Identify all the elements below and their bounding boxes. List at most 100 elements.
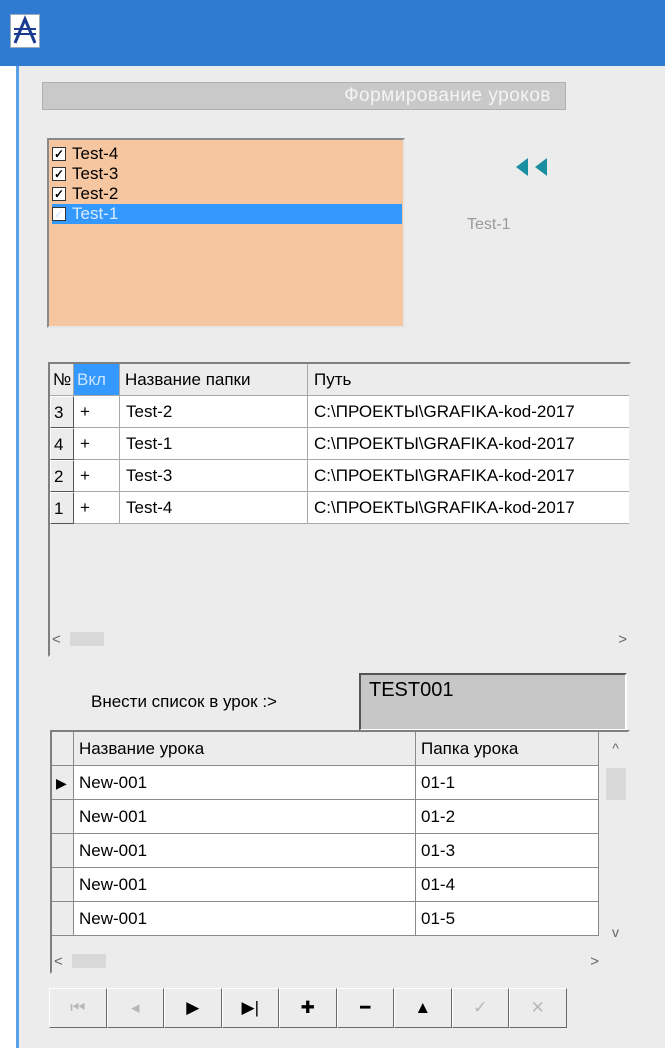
column-header-lesson-folder[interactable]: Папка урока [416,732,599,766]
checklist-item-label: Test-2 [72,184,119,203]
row-indicator [52,902,74,936]
row-lesson-name[interactable]: New-001 [74,902,416,936]
row-indicator [52,834,74,868]
table-row[interactable]: New-001 01-2 [52,800,599,834]
scroll-left-icon[interactable]: < [54,953,63,970]
row-indicator [52,868,74,902]
row-folder-name[interactable]: Test-1 [120,428,308,460]
checkmark-icon: ✓ [473,998,488,1017]
delete-record-button[interactable]: ━ [336,988,394,1028]
row-path[interactable]: C:\ПРОЕКТЫ\GRAFIKA-kod-2017 [308,460,629,492]
column-header-path[interactable]: Путь [308,364,629,396]
folders-grid[interactable]: № Вкл Название папки Путь 3 + Test-2 C:\… [48,362,631,657]
db-navigator: ⏮ ◂ ▶ ▶| ✚ ━ ▲ ✓ ✕ [49,988,624,1028]
prior-record-button[interactable]: ◂ [106,988,164,1028]
edit-record-button[interactable]: ▲ [394,988,452,1028]
checkbox-icon[interactable]: ✓ [52,207,66,221]
first-record-button[interactable]: ⏮ [49,988,107,1028]
column-header-on[interactable]: Вкл [74,364,120,396]
insert-record-button[interactable]: ✚ [279,988,337,1028]
vertical-scrollbar[interactable]: ^ v [603,732,628,942]
row-folder-name[interactable]: Test-4 [120,492,308,524]
title-bar[interactable] [0,0,665,66]
row-lesson-folder[interactable]: 01-3 [416,834,599,868]
app-logo-icon[interactable] [10,14,40,48]
last-record-button[interactable]: ▶| [221,988,279,1028]
row-enabled[interactable]: + [74,492,120,524]
table-row[interactable]: 4 + Test-1 C:\ПРОЕКТЫ\GRAFIKA-kod-2017 [50,428,629,460]
checkbox-icon[interactable]: ✓ [52,187,66,201]
arrow-left-icon [535,158,547,176]
table-row[interactable]: 3 + Test-2 C:\ПРОЕКТЫ\GRAFIKA-kod-2017 [50,396,629,428]
row-indicator [52,800,74,834]
checklist-item[interactable]: ✓ Test-3 [52,164,400,184]
horizontal-scrollbar[interactable]: < > [52,630,627,648]
row-number: 1 [50,492,74,524]
row-lesson-folder[interactable]: 01-5 [416,902,599,936]
row-path[interactable]: C:\ПРОЕКТЫ\GRAFIKA-kod-2017 [308,396,629,428]
row-lesson-name[interactable]: New-001 [74,766,416,800]
checklist-item-label: Test-4 [72,144,119,163]
row-lesson-name[interactable]: New-001 [74,834,416,868]
cancel-icon: ✕ [530,998,545,1017]
scroll-up-icon[interactable]: ^ [612,740,619,756]
first-record-icon: ⏮ [70,998,86,1017]
column-header-folder-name[interactable]: Название папки [120,364,308,396]
next-record-button[interactable]: ▶ [164,988,222,1028]
folder-checklist[interactable]: ✓ Test-4 ✓ Test-3 ✓ Test-2 ✓ Test-1 [47,138,405,328]
table-row[interactable]: 1 + Test-4 C:\ПРОЕКТЫ\GRAFIKA-kod-2017 [50,492,629,524]
row-enabled[interactable]: + [74,428,120,460]
scroll-thumb[interactable] [72,954,106,968]
scroll-right-icon[interactable]: > [618,631,627,648]
row-lesson-folder[interactable]: 01-1 [416,766,599,800]
checklist-item-selected[interactable]: ✓ Test-1 [52,204,402,224]
table-row[interactable]: ▶ New-001 01-1 [52,766,599,800]
prior-record-icon: ◂ [130,998,140,1017]
row-number: 2 [50,460,74,492]
checkbox-icon[interactable]: ✓ [52,167,66,181]
row-indicator-header [52,732,74,766]
horizontal-scrollbar[interactable]: < > [54,952,599,970]
row-lesson-folder[interactable]: 01-4 [416,868,599,902]
row-folder-name[interactable]: Test-2 [120,396,308,428]
lessons-grid-header: Название урока Папка урока [52,732,599,766]
checklist-item[interactable]: ✓ Test-4 [52,144,400,164]
row-lesson-folder[interactable]: 01-2 [416,800,599,834]
scroll-left-icon[interactable]: < [52,631,61,648]
table-row[interactable]: New-001 01-3 [52,834,599,868]
row-path[interactable]: C:\ПРОЕКТЫ\GRAFIKA-kod-2017 [308,428,629,460]
scroll-right-icon[interactable]: > [590,953,599,970]
row-number: 3 [50,396,74,428]
scroll-down-icon[interactable]: v [612,924,619,940]
column-header-lesson-name[interactable]: Название урока [74,732,416,766]
triangle-up-icon: ▲ [414,998,432,1017]
checkbox-icon[interactable]: ✓ [52,147,66,161]
plus-icon: ✚ [300,998,315,1017]
checklist-item-label: Test-3 [72,164,119,183]
column-header-num[interactable]: № [50,364,74,396]
post-record-button[interactable]: ✓ [451,988,509,1028]
current-folder-label: Test-1 [467,216,511,233]
scroll-thumb[interactable] [70,632,104,646]
row-path[interactable]: C:\ПРОЕКТЫ\GRAFIKA-kod-2017 [308,492,629,524]
table-row[interactable]: 2 + Test-3 C:\ПРОЕКТЫ\GRAFIKA-kod-2017 [50,460,629,492]
last-record-icon: ▶| [241,998,260,1017]
current-row-indicator-icon: ▶ [52,766,74,800]
row-lesson-name[interactable]: New-001 [74,800,416,834]
lessons-grid[interactable]: Название урока Папка урока ▶ New-001 01-… [50,730,630,974]
row-number: 4 [50,428,74,460]
checklist-item[interactable]: ✓ Test-2 [52,184,400,204]
insert-list-label: Внести список в урок :> [91,692,277,711]
folders-grid-header: № Вкл Название папки Путь [50,364,629,396]
row-enabled[interactable]: + [74,460,120,492]
arrow-left-icon [516,158,528,176]
row-lesson-name[interactable]: New-001 [74,868,416,902]
scroll-thumb[interactable] [605,768,626,800]
row-enabled[interactable]: + [74,396,120,428]
cancel-record-button[interactable]: ✕ [509,988,567,1028]
form-header: Формирование уроков [42,82,566,110]
row-folder-name[interactable]: Test-3 [120,460,308,492]
lesson-name-field[interactable]: TEST001 [359,673,627,731]
table-row[interactable]: New-001 01-4 [52,868,599,902]
table-row[interactable]: New-001 01-5 [52,902,599,936]
